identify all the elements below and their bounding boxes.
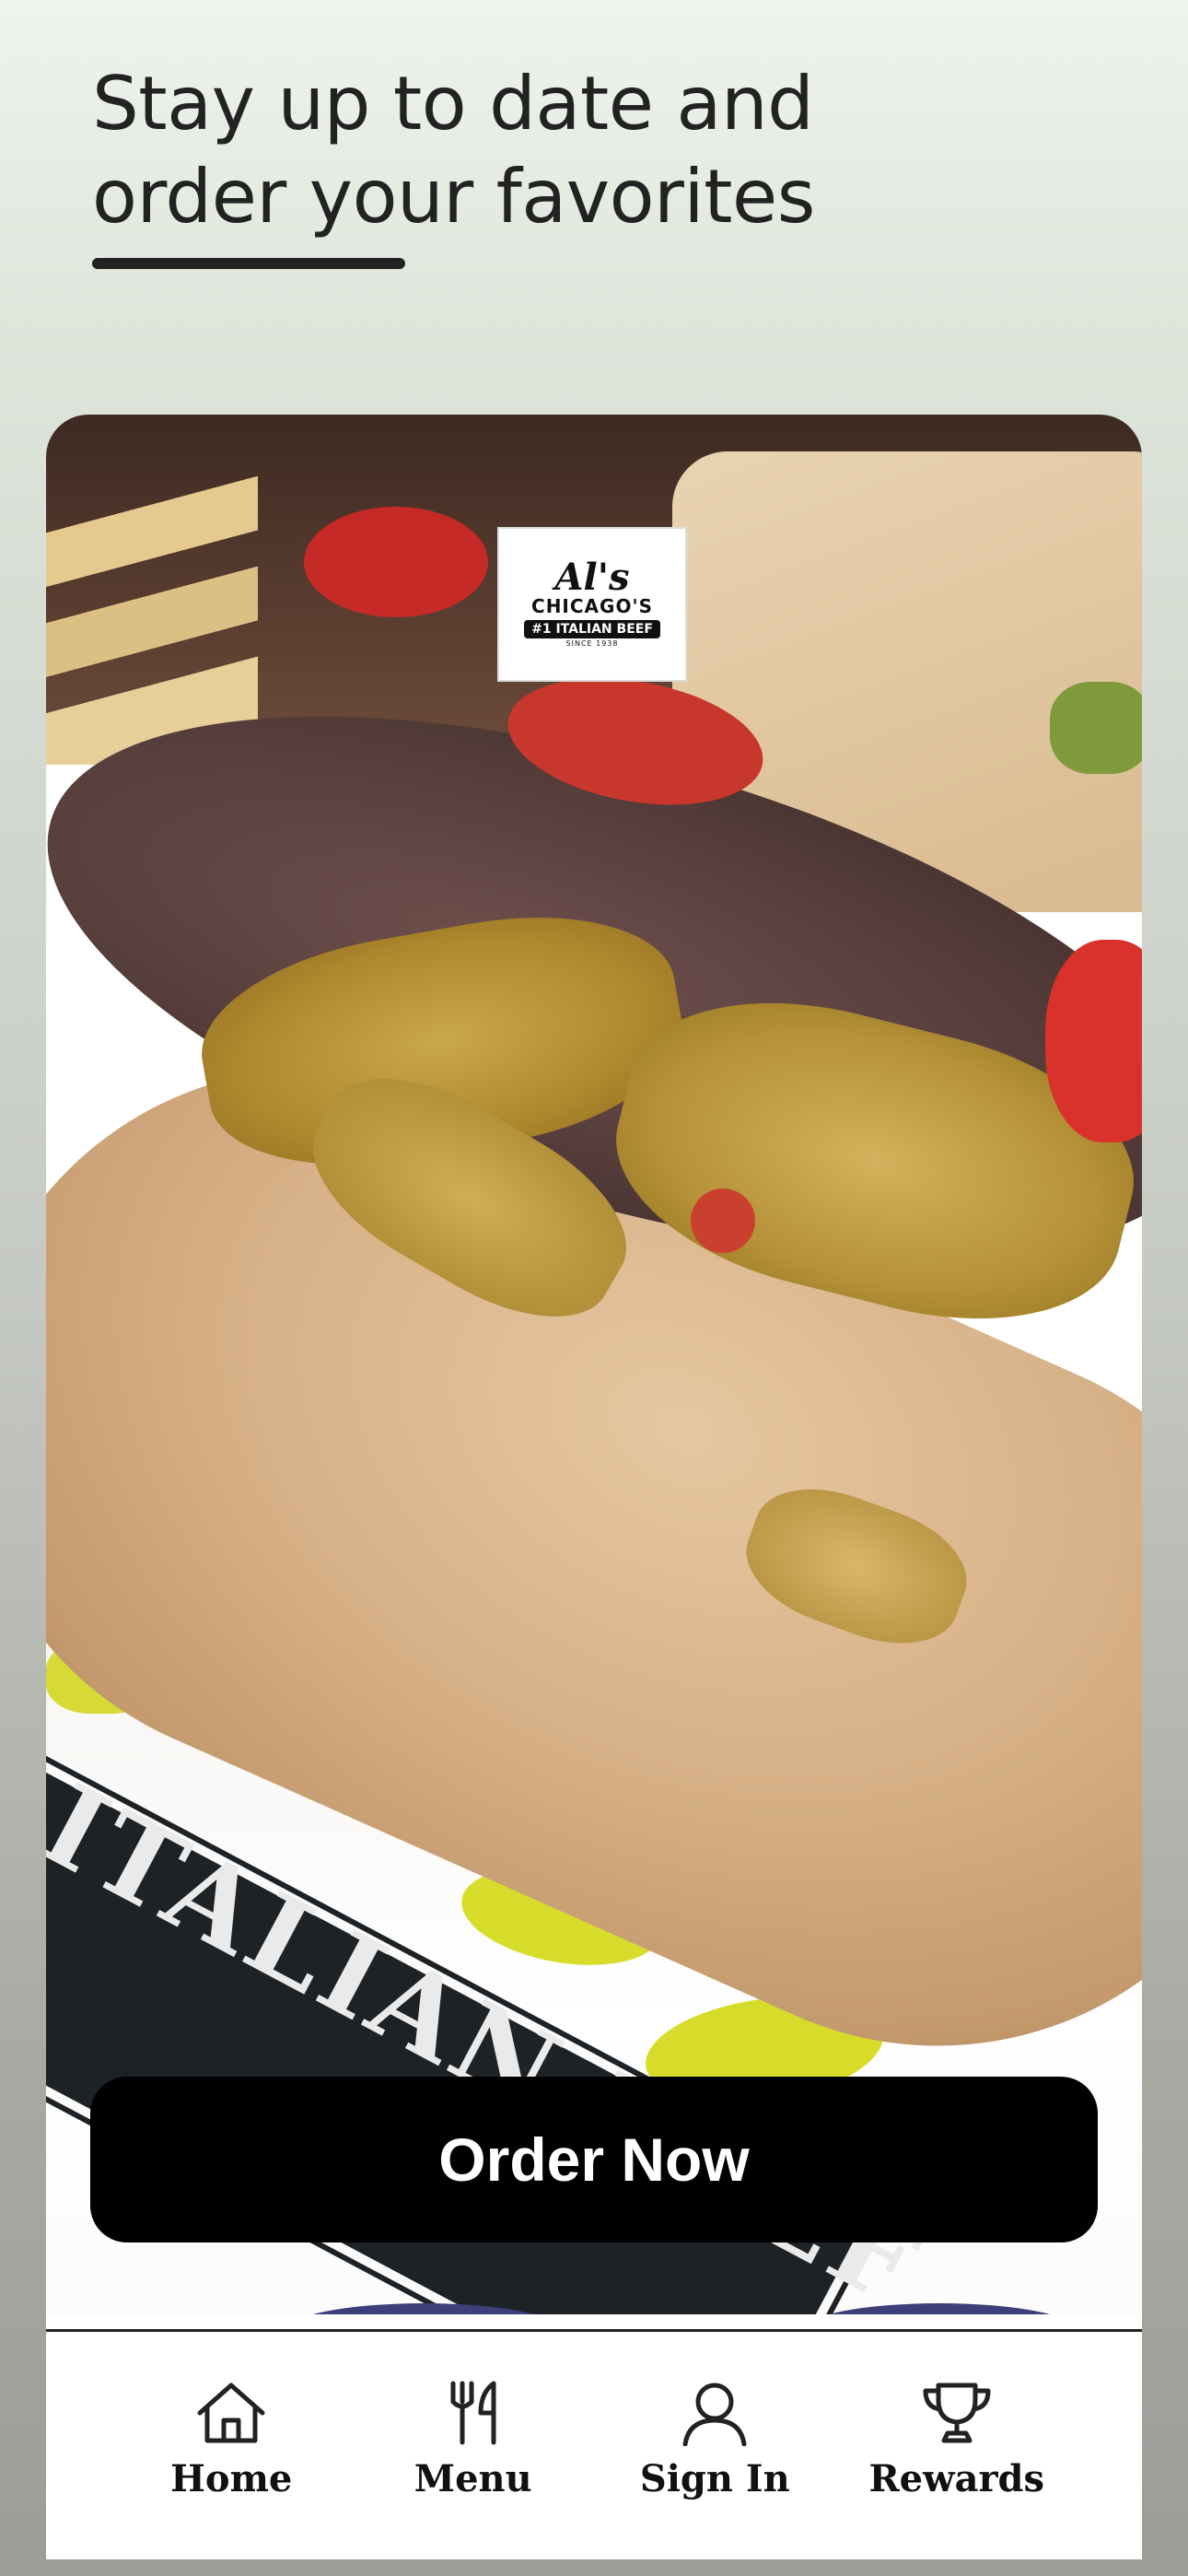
tab-home-label: Home — [170, 2457, 293, 2500]
home-icon — [197, 2383, 265, 2443]
photo-green-pepper — [1050, 682, 1142, 774]
fork-knife-icon — [450, 2381, 496, 2445]
tab-menu-label: Menu — [413, 2457, 532, 2500]
hero-photo-italian-beef-sandwich: ITALIAN BEEF Al's CHICAGO'S #1 ITALIAN B… — [46, 415, 1142, 2331]
headline-underline — [92, 258, 405, 269]
photo-red-pepper — [304, 507, 488, 617]
photo-fries — [46, 461, 258, 765]
trophy-icon — [923, 2383, 991, 2443]
user-icon — [682, 2383, 747, 2446]
page-headline: Stay up to date and order your favorites — [92, 57, 1013, 243]
tab-rewards-label: Rewards — [868, 2457, 1045, 2500]
tab-sign-in-label: Sign In — [639, 2457, 790, 2500]
brand-logo: Al's CHICAGO'S #1 ITALIAN BEEF SINCE 193… — [497, 527, 687, 682]
photo-red-pepper — [691, 1188, 755, 1253]
logo-name-text: CHICAGO'S — [531, 595, 653, 617]
logo-script-text: Al's — [554, 556, 630, 599]
tab-home[interactable]: Home — [130, 2332, 332, 2559]
bottom-tab-bar: Home Menu Sign In Rewards — [46, 2329, 1142, 2559]
tab-sign-in[interactable]: Sign In — [613, 2332, 816, 2559]
photo-red-pepper — [1045, 940, 1142, 1142]
tab-rewards[interactable]: Rewards — [856, 2332, 1058, 2559]
logo-since-text: SINCE 1938 — [565, 639, 619, 648]
headline-line-2: order your favorites — [92, 154, 815, 240]
hero-card: ITALIAN BEEF Al's CHICAGO'S #1 ITALIAN B… — [46, 415, 1142, 2559]
order-now-button[interactable]: Order Now — [90, 2077, 1098, 2242]
headline-line-1: Stay up to date and — [92, 61, 814, 146]
tab-menu[interactable]: Menu — [372, 2332, 575, 2559]
logo-tagline-text: #1 ITALIAN BEEF — [524, 620, 660, 638]
